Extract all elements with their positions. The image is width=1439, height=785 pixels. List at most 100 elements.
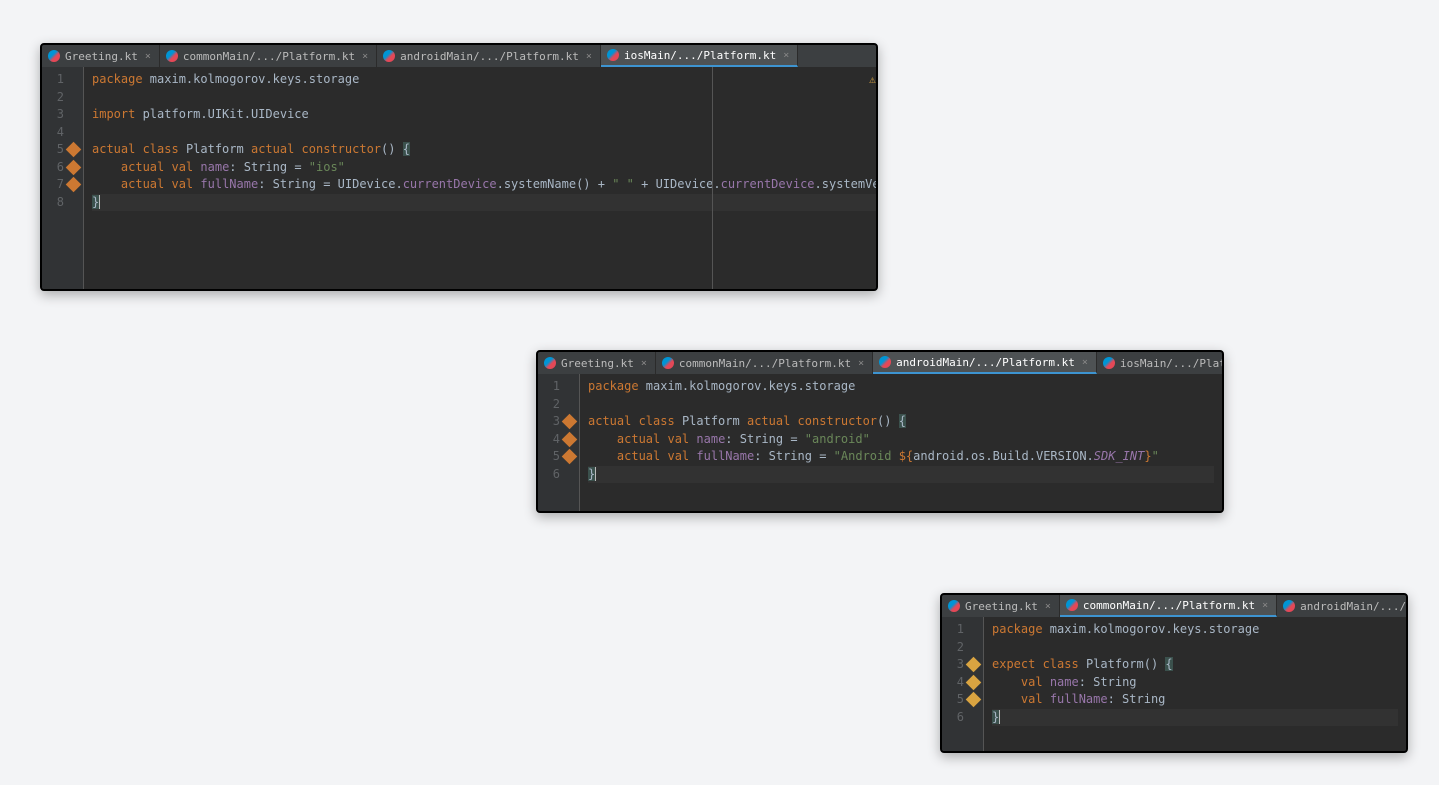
tab-bar: Greeting.kt × commonMain/.../Platform.kt × a… (942, 595, 1406, 617)
close-icon[interactable]: × (1080, 357, 1090, 368)
actual-marker-icon[interactable] (562, 431, 578, 447)
actual-marker-icon[interactable] (66, 177, 82, 193)
kotlin-file-icon (1283, 600, 1295, 612)
kotlin-file-icon (879, 356, 891, 368)
tab-label: iosMain/.../Platform.kt (1120, 357, 1222, 370)
expect-marker-icon[interactable] (966, 692, 982, 708)
actual-marker-icon[interactable] (66, 159, 82, 175)
tab-label: Greeting.kt (561, 357, 634, 370)
line-number: 1 (950, 621, 964, 639)
code-line[interactable]: val fullName: String (992, 691, 1398, 709)
code-line[interactable]: } (588, 466, 1214, 484)
close-icon[interactable]: × (584, 51, 594, 62)
line-number: 3 (50, 106, 64, 124)
inspection-widget[interactable]: ⚠1⌃⌄ (869, 73, 878, 86)
line-number: 4 (50, 124, 64, 142)
close-icon[interactable]: × (143, 51, 153, 62)
close-icon[interactable]: × (1043, 601, 1053, 612)
code-line[interactable]: package maxim.kolmogorov.keys.storage (92, 71, 878, 89)
close-icon[interactable]: × (360, 51, 370, 62)
tab-label: iosMain/.../Platform.kt (624, 49, 776, 62)
code-line[interactable]: actual class Platform actual constructor… (92, 141, 878, 159)
code-line[interactable]: } (992, 709, 1398, 727)
editor-tab[interactable]: Greeting.kt × (942, 595, 1060, 617)
text-caret (99, 195, 100, 209)
editor-window: Greeting.kt × commonMain/.../Platform.kt × a… (940, 593, 1408, 753)
kotlin-file-icon (948, 600, 960, 612)
editor-tab[interactable]: androidMain/.../Platform.kt × (873, 352, 1097, 374)
editor-tab[interactable]: commonMain/.../Platform.kt× (160, 45, 377, 67)
close-icon[interactable]: × (856, 358, 866, 369)
tab-label: Greeting.kt (965, 600, 1038, 613)
code-line[interactable]: val name: String (992, 674, 1398, 692)
code-line[interactable]: package maxim.kolmogorov.keys.storage (992, 621, 1398, 639)
code-area[interactable]: package maxim.kolmogorov.keys.storage act… (580, 374, 1222, 513)
tab-label: Greeting.kt (65, 50, 138, 63)
line-number: 5 (546, 448, 560, 466)
line-number: 6 (50, 159, 64, 177)
kotlin-file-icon (166, 50, 178, 62)
kotlin-file-icon (662, 357, 674, 369)
editor-tab[interactable]: Greeting.kt × (42, 45, 160, 67)
code-line[interactable]: actual class Platform actual constructor… (588, 413, 1214, 431)
code-line[interactable]: } (92, 194, 878, 212)
editor-body: 123456package maxim.kolmogorov.keys.stor… (538, 374, 1222, 513)
kotlin-file-icon (607, 49, 619, 61)
right-margin-guide (712, 67, 713, 291)
close-icon[interactable]: × (781, 50, 791, 61)
actual-marker-icon[interactable] (562, 414, 578, 430)
expect-marker-icon[interactable] (966, 674, 982, 690)
close-icon[interactable]: × (639, 358, 649, 369)
editor-tab[interactable]: iosMain/.../Platform.kt × (601, 45, 798, 67)
tab-label: androidMain/.../Platform.kt (1300, 600, 1406, 613)
tab-label: commonMain/.../Platform.kt (679, 357, 851, 370)
code-line[interactable]: actual val fullName: String = UIDevice.c… (92, 176, 878, 194)
line-number: 1 (50, 71, 64, 89)
code-line[interactable]: package maxim.kolmogorov.keys.storage (588, 378, 1214, 396)
actual-marker-icon[interactable] (562, 449, 578, 465)
editor-tab[interactable]: commonMain/.../Platform.kt × (656, 352, 873, 374)
code-area[interactable]: package maxim.kolmogorov.keys.storage imp… (84, 67, 878, 291)
code-line[interactable]: actual val fullName: String = "Android $… (588, 448, 1214, 466)
kotlin-file-icon (48, 50, 60, 62)
code-line[interactable] (92, 89, 878, 107)
line-gutter: 12345678 (42, 67, 84, 291)
line-number: 3 (950, 656, 964, 674)
tab-label: commonMain/.../Platform.kt (1083, 599, 1255, 612)
code-line[interactable]: expect class Platform() { (992, 656, 1398, 674)
line-number: 1 (546, 378, 560, 396)
expect-marker-icon[interactable] (966, 657, 982, 673)
line-gutter: 123456 (538, 374, 580, 513)
code-line[interactable]: actual val name: String = "ios" (92, 159, 878, 177)
tab-label: androidMain/.../Platform.kt (896, 356, 1075, 369)
line-number: 6 (950, 709, 964, 727)
code-line[interactable] (92, 124, 878, 142)
line-gutter: 123456 (942, 617, 984, 753)
line-number: 5 (950, 691, 964, 709)
code-line[interactable]: actual val name: String = "android" (588, 431, 1214, 449)
tab-bar: Greeting.kt×commonMain/.../Platform.kt×a… (42, 45, 876, 67)
line-number: 2 (546, 396, 560, 414)
editor-tab[interactable]: Greeting.kt × (538, 352, 656, 374)
text-caret (595, 467, 596, 481)
actual-marker-icon[interactable] (66, 142, 82, 158)
editor-tab[interactable]: androidMain/.../Platform.kt× (1277, 595, 1406, 617)
code-line[interactable]: import platform.UIKit.UIDevice (92, 106, 878, 124)
line-number: 5 (50, 141, 64, 159)
editor-tab[interactable]: commonMain/.../Platform.kt × (1060, 595, 1277, 617)
editor-window: Greeting.kt×commonMain/.../Platform.kt×a… (536, 350, 1224, 513)
code-line[interactable] (588, 396, 1214, 414)
editor-body: 12345678package maxim.kolmogorov.keys.st… (42, 67, 876, 291)
code-line[interactable] (992, 639, 1398, 657)
line-number: 8 (50, 194, 64, 212)
line-number: 2 (950, 639, 964, 657)
kotlin-file-icon (544, 357, 556, 369)
line-number: 4 (546, 431, 560, 449)
editor-tab[interactable]: iosMain/.../Platform.kt× (1097, 352, 1222, 374)
code-area[interactable]: package maxim.kolmogorov.keys.storage exp… (984, 617, 1406, 753)
editor-tab[interactable]: androidMain/.../Platform.kt× (377, 45, 601, 67)
editor-window: Greeting.kt×commonMain/.../Platform.kt×a… (40, 43, 878, 291)
line-number: 7 (50, 176, 64, 194)
tab-bar: Greeting.kt×commonMain/.../Platform.kt×a… (538, 352, 1222, 374)
close-icon[interactable]: × (1260, 600, 1270, 611)
